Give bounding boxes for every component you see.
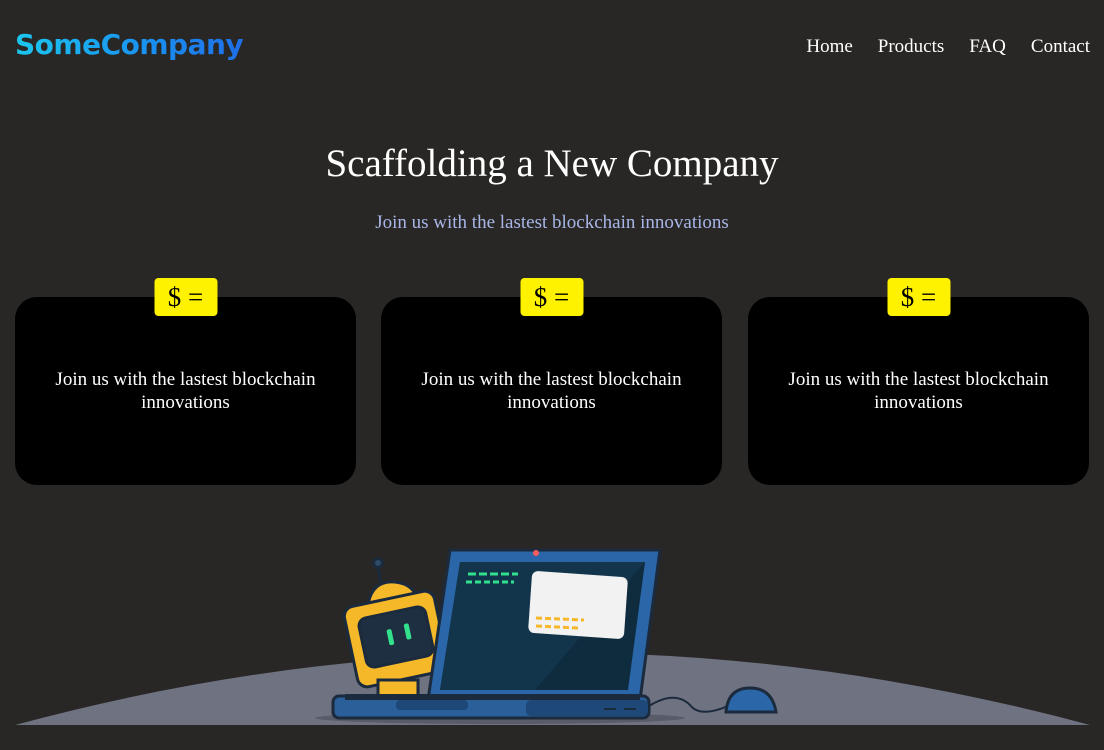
main-nav: Home Products FAQ Contact <box>806 35 1090 59</box>
feature-card-text: Join us with the lastest blockchain inno… <box>55 369 316 413</box>
page-title: Scaffolding a New Company <box>325 142 779 185</box>
page-subtitle: Join us with the lastest blockchain inno… <box>375 212 729 233</box>
nav-faq-link[interactable]: FAQ <box>969 35 1006 59</box>
feature-card: $ = Join us with the lastest blockchain … <box>381 278 722 485</box>
feature-card: $ = Join us with the lastest blockchain … <box>748 278 1089 485</box>
feature-card: $ = Join us with the lastest blockchain … <box>15 278 356 485</box>
feature-card-text: Join us with the lastest blockchain inno… <box>421 369 682 413</box>
dollar-equals-icon: $ = <box>887 278 950 316</box>
dollar-equals-icon: $ = <box>154 278 217 316</box>
nav-home-link[interactable]: Home <box>806 35 852 59</box>
nav-contact-link[interactable]: Contact <box>1031 35 1090 59</box>
robot-laptop-illustration <box>15 548 1090 725</box>
nav-products-link[interactable]: Products <box>878 35 945 59</box>
feature-card-text: Join us with the lastest blockchain inno… <box>788 369 1049 413</box>
dollar-equals-icon: $ = <box>520 278 583 316</box>
company-logo[interactable]: SomeCompany <box>15 27 244 63</box>
